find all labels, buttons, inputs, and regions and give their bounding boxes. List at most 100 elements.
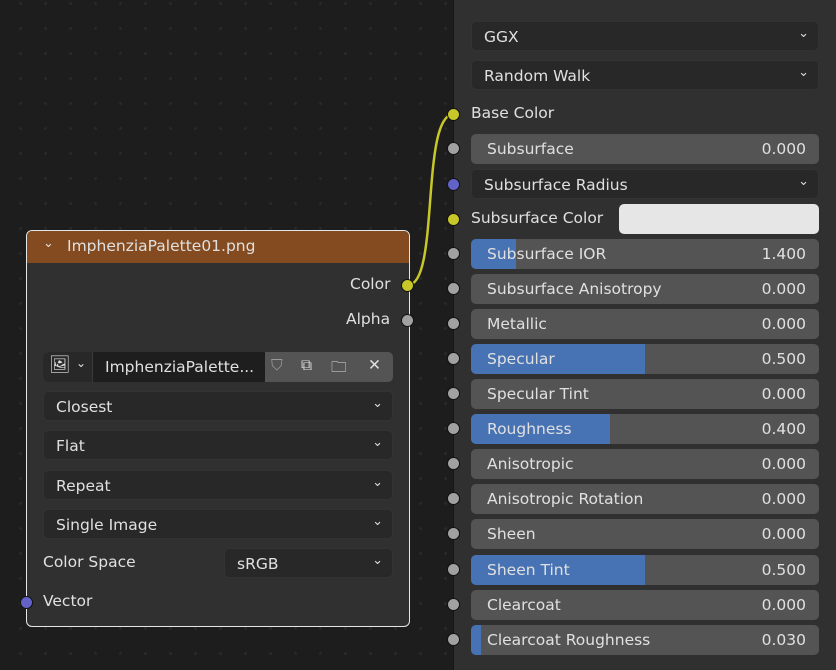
close-icon[interactable]: ✕ — [368, 356, 381, 374]
subsurface-method-value: Random Walk — [484, 67, 591, 85]
interpolation-value: Closest — [56, 398, 113, 416]
slider-field[interactable]: Subsurface 0.000 — [471, 134, 819, 164]
subsurface-color-socket[interactable] — [447, 213, 460, 226]
folder-icon[interactable]: 🗀 — [331, 355, 347, 382]
vector-input-socket[interactable] — [20, 596, 33, 609]
field-value: 0.000 — [761, 455, 806, 473]
input-socket[interactable] — [447, 282, 460, 295]
slider-field[interactable]: Specular Tint 0.000 — [471, 379, 819, 409]
node-header[interactable]: ⌄ ImphenziaPalette01.png — [27, 231, 409, 263]
field-value: 0.000 — [761, 525, 806, 543]
image-name-field[interactable]: ImphenziaPalette... — [93, 352, 265, 382]
field-label: Subsurface — [487, 140, 574, 158]
slider-field[interactable]: Anisotropic 0.000 — [471, 449, 819, 479]
chevron-down-icon: ⌄ — [76, 356, 87, 370]
color-space-dropdown[interactable]: sRGB ⌄ — [224, 548, 393, 578]
input-socket[interactable] — [447, 422, 460, 435]
field-value: 0.000 — [761, 280, 806, 298]
chevron-down-icon: ⌄ — [798, 174, 809, 189]
field-label: Clearcoat — [487, 596, 561, 614]
alpha-output-label: Alpha — [346, 310, 391, 328]
subsurface-method-dropdown[interactable]: Random Walk ⌄ — [471, 60, 819, 90]
field-value: 0.000 — [761, 490, 806, 508]
field-value: 0.030 — [761, 631, 806, 649]
field-label: Roughness — [487, 420, 572, 438]
input-socket[interactable] — [447, 142, 460, 155]
slider-field[interactable]: Metallic 0.000 — [471, 309, 819, 339]
chevron-down-icon: ⌄ — [798, 65, 809, 80]
slider-field[interactable]: Roughness 0.400 — [471, 414, 819, 444]
color-output-label: Color — [350, 275, 391, 293]
slider-field[interactable]: Subsurface IOR 1.400 — [471, 239, 819, 269]
color-output-socket[interactable] — [401, 279, 414, 292]
source-value: Single Image — [56, 516, 158, 534]
slider-fill — [471, 625, 482, 655]
chevron-down-icon: ⌄ — [372, 435, 383, 450]
input-socket[interactable] — [447, 563, 460, 576]
subsurface-color-label: Subsurface Color — [471, 209, 604, 227]
extension-value: Repeat — [56, 477, 111, 495]
field-label: Anisotropic Rotation — [487, 490, 644, 508]
subsurface-radius-socket[interactable] — [447, 178, 460, 191]
slider-field[interactable]: Specular 0.500 — [471, 344, 819, 374]
input-socket[interactable] — [447, 492, 460, 505]
image-selector: 🖼 ⌄ ImphenziaPalette... ⛉ ⧉ 🗀 ✕ — [43, 352, 393, 382]
image-name: ImphenziaPalette... — [105, 358, 255, 376]
field-value: 0.000 — [761, 596, 806, 614]
subsurface-radius-label: Subsurface Radius — [484, 176, 628, 194]
field-value: 0.000 — [761, 385, 806, 403]
alpha-output-socket[interactable] — [401, 314, 414, 327]
slider-field[interactable]: Anisotropic Rotation 0.000 — [471, 484, 819, 514]
slider-field[interactable]: Clearcoat 0.000 — [471, 590, 819, 620]
field-label: Specular Tint — [487, 385, 589, 403]
input-socket[interactable] — [447, 633, 460, 646]
interpolation-dropdown[interactable]: Closest ⌄ — [43, 391, 393, 421]
projection-dropdown[interactable]: Flat ⌄ — [43, 430, 393, 460]
node-title: ImphenziaPalette01.png — [67, 237, 256, 255]
color-space-value: sRGB — [237, 555, 279, 573]
field-label: Subsurface Anisotropy — [487, 280, 662, 298]
base-color-socket[interactable] — [447, 108, 460, 121]
collapse-chevron-icon[interactable]: ⌄ — [43, 236, 54, 251]
field-value: 0.000 — [761, 315, 806, 333]
slider-field[interactable]: Clearcoat Roughness 0.030 — [471, 625, 819, 655]
extension-dropdown[interactable]: Repeat ⌄ — [43, 470, 393, 500]
field-label: Metallic — [487, 315, 547, 333]
chevron-down-icon: ⌄ — [372, 553, 383, 568]
chevron-down-icon: ⌄ — [798, 26, 809, 41]
base-color-label: Base Color — [471, 104, 555, 122]
field-label: Clearcoat Roughness — [487, 631, 651, 649]
subsurface-color-swatch[interactable] — [619, 204, 819, 234]
input-socket[interactable] — [447, 457, 460, 470]
field-value: 0.500 — [761, 561, 806, 579]
projection-value: Flat — [56, 437, 85, 455]
fake-user-shield-icon[interactable]: ⛉ — [271, 356, 283, 375]
field-label: Sheen Tint — [487, 561, 570, 579]
field-label: Anisotropic — [487, 455, 574, 473]
source-dropdown[interactable]: Single Image ⌄ — [43, 509, 393, 539]
duplicate-icon[interactable]: ⧉ — [301, 356, 312, 375]
field-label: Specular — [487, 350, 555, 368]
input-socket[interactable] — [447, 317, 460, 330]
distribution-dropdown[interactable]: GGX ⌄ — [471, 21, 819, 51]
distribution-value: GGX — [484, 28, 519, 46]
input-socket[interactable] — [447, 598, 460, 611]
input-socket[interactable] — [447, 527, 460, 540]
input-socket[interactable] — [447, 352, 460, 365]
field-value: 0.400 — [761, 420, 806, 438]
slider-field[interactable]: Sheen Tint 0.500 — [471, 555, 819, 585]
field-value: 0.000 — [761, 140, 806, 158]
image-icon: 🖼 — [49, 355, 71, 375]
field-label: Sheen — [487, 525, 536, 543]
image-browse-button[interactable]: 🖼 ⌄ — [43, 352, 93, 382]
field-value: 0.500 — [761, 350, 806, 368]
slider-field[interactable]: Subsurface Anisotropy 0.000 — [471, 274, 819, 304]
color-space-label: Color Space — [43, 553, 136, 571]
input-socket[interactable] — [447, 247, 460, 260]
chevron-down-icon: ⌄ — [372, 396, 383, 411]
field-label: Subsurface IOR — [487, 245, 607, 263]
slider-field[interactable]: Sheen 0.000 — [471, 519, 819, 549]
subsurface-radius-dropdown[interactable]: Subsurface Radius ⌄ — [471, 169, 819, 199]
input-socket[interactable] — [447, 387, 460, 400]
chevron-down-icon: ⌄ — [372, 475, 383, 490]
